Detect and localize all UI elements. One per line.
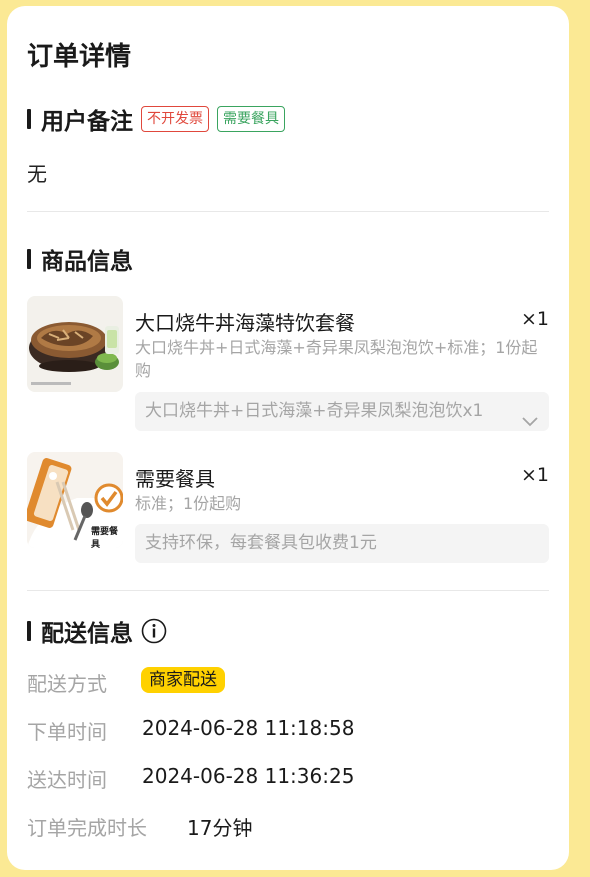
item-spec: 大口烧牛丼+日式海藻+奇异果凤梨泡泡饮+标准；1份起购 [135,338,538,380]
divider [27,590,549,591]
section-bar [27,621,31,641]
section-bar [27,109,31,129]
tableware-image[interactable]: 需要餐具 [27,452,123,548]
item-detail-text: 大口烧牛丼+日式海藻+奇异果凤梨泡泡饮x1 [145,401,484,421]
item-name: 需要餐具 [135,467,215,491]
no-invoice-tag: 不开发票 [141,106,209,132]
beef-bowl-image[interactable] [27,296,123,392]
duration-label: 订单完成时长 [27,816,147,840]
item-quantity: ×1 [520,308,549,330]
order-time-value: 2024-06-28 11:18:58 [142,716,355,740]
need-tableware-tag: 需要餐具 [217,106,285,132]
delivery-title: 配送信息 [41,621,133,647]
delivery-method-label: 配送方式 [27,672,107,696]
goods-section-title: 商品信息 [27,242,133,276]
item-detail-note: 支持环保，每套餐具包收费1元 [135,524,549,563]
order-time-label: 下单时间 [27,720,107,744]
item-detail-dropdown[interactable]: 大口烧牛丼+日式海藻+奇异果凤梨泡泡饮x1 [135,392,549,431]
duration-value: 17分钟 [187,816,253,840]
delivery-section-title: 配送信息 [27,614,167,648]
order-detail-card: 订单详情 用户备注 不开发票 需要餐具 无 商品信息 大口烧牛丼海藻特饮套餐 × [7,6,569,870]
item-spec: 标准；1份起购 [135,494,242,513]
chevron-down-icon [521,404,539,431]
item-quantity: ×1 [520,464,549,486]
info-icon[interactable] [141,618,167,644]
tableware-image-label: 需要餐具 [91,527,119,548]
remark-content: 无 [27,162,47,186]
section-bar [27,249,31,269]
item-detail-text: 支持环保，每套餐具包收费1元 [145,533,377,553]
remark-title: 用户备注 [41,109,133,135]
item-name: 大口烧牛丼海藻特饮套餐 [135,311,355,335]
page-title: 订单详情 [27,42,132,72]
delivery-method-badge: 商家配送 [141,667,225,693]
arrive-time-label: 送达时间 [27,768,107,792]
goods-title: 商品信息 [41,249,133,275]
remark-section-title: 用户备注 不开发票 需要餐具 [27,102,285,136]
divider [27,211,549,212]
arrive-time-value: 2024-06-28 11:36:25 [142,764,355,788]
